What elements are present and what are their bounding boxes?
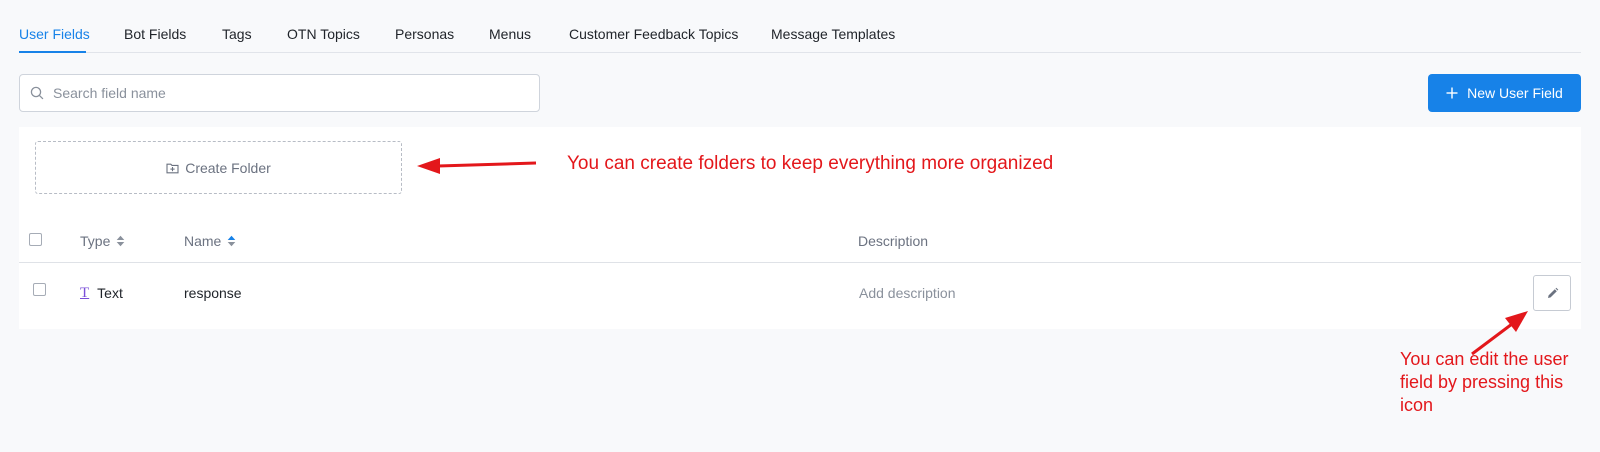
- tab-customer-feedback-topics[interactable]: Customer Feedback Topics: [569, 26, 738, 42]
- row-checkbox[interactable]: [33, 283, 46, 296]
- tab-message-templates[interactable]: Message Templates: [771, 26, 895, 42]
- search-box[interactable]: [19, 74, 540, 112]
- search-input[interactable]: [53, 85, 513, 101]
- type-cell: T Text: [80, 284, 123, 301]
- folder-add-icon: [166, 163, 179, 173]
- column-header-name[interactable]: Name: [184, 233, 236, 249]
- annotation-edit: You can edit the user field by pressing …: [1400, 349, 1569, 415]
- name-cell: response: [184, 285, 242, 301]
- tab-menus[interactable]: Menus: [489, 26, 531, 42]
- create-folder-label: Create Folder: [185, 159, 271, 176]
- text-type-icon: T: [80, 284, 90, 301]
- tab-bar: User Fields Bot Fields Tags OTN Topics P…: [19, 0, 1581, 53]
- annotation-folders: You can create folders to keep everythin…: [567, 153, 1054, 174]
- active-tab-indicator: [19, 51, 86, 53]
- select-all-checkbox[interactable]: [29, 233, 42, 246]
- new-user-field-label: New User Field: [1467, 85, 1563, 101]
- sort-icon: [117, 235, 125, 247]
- tab-otn-topics[interactable]: OTN Topics: [287, 26, 360, 42]
- tab-bot-fields[interactable]: Bot Fields: [124, 26, 186, 42]
- edit-field-button[interactable]: [1533, 275, 1571, 311]
- tab-personas[interactable]: Personas: [395, 26, 454, 42]
- tab-user-fields[interactable]: User Fields: [19, 26, 90, 42]
- new-user-field-button[interactable]: New User Field: [1428, 74, 1581, 112]
- description-cell[interactable]: Add description: [859, 285, 956, 301]
- pencil-icon: [1547, 287, 1558, 298]
- column-header-description: Description: [858, 233, 929, 249]
- plus-icon: [1446, 87, 1458, 99]
- column-header-type[interactable]: Type: [80, 233, 125, 249]
- create-folder-button[interactable]: Create Folder: [35, 141, 402, 194]
- table-row: T Text response Add description: [19, 264, 1581, 322]
- table-header: Type Name Description: [19, 215, 1581, 263]
- search-icon: [30, 86, 44, 100]
- tab-tags[interactable]: Tags: [222, 26, 252, 42]
- sort-icon: [228, 235, 236, 247]
